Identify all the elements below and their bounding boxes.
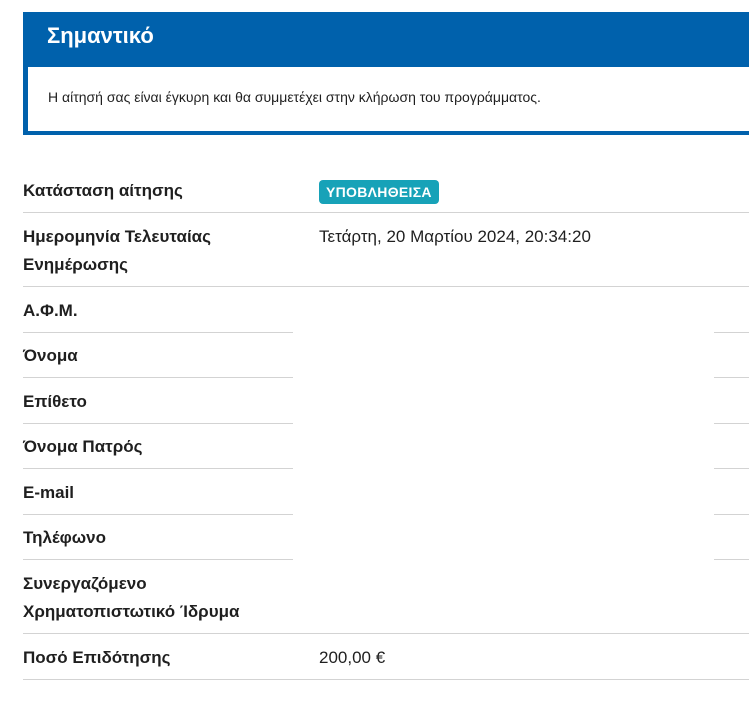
last-name-label: Επίθετο <box>23 392 87 411</box>
important-notice: Σημαντικό Η αίτησή σας είναι έγκυρη και … <box>23 12 749 135</box>
divider <box>714 377 749 378</box>
divider <box>23 514 293 515</box>
divider <box>23 212 749 213</box>
father-name-label: Όνομα Πατρός <box>23 437 143 456</box>
divider <box>23 468 293 469</box>
divider <box>23 377 293 378</box>
status-label: Κατάσταση αίτησης <box>23 181 183 200</box>
divider <box>714 423 749 424</box>
bank-label-line1: Συνεργαζόμενο <box>23 574 147 593</box>
divider <box>23 332 293 333</box>
last-update-label-line2: Ενημέρωσης <box>23 255 128 274</box>
notice-message: Η αίτησή σας είναι έγκυρη και θα συμμετέ… <box>48 89 541 105</box>
divider <box>23 286 749 287</box>
divider <box>23 633 749 634</box>
last-update-label: Ημερομηνία Τελευταίας Ενημέρωσης <box>23 223 211 279</box>
last-update-label-line1: Ημερομηνία Τελευταίας <box>23 227 211 246</box>
divider <box>23 679 749 680</box>
last-update-row: Ημερομηνία Τελευταίας Ενημέρωσης Τετάρτη… <box>23 223 749 283</box>
afm-label: Α.Φ.Μ. <box>23 301 78 320</box>
notice-title: Σημαντικό <box>47 23 154 48</box>
email-label: E-mail <box>23 483 75 502</box>
father-name-row: Όνομα Πατρός <box>23 433 293 463</box>
divider <box>714 559 749 560</box>
phone-label: Τηλέφωνο <box>23 528 106 547</box>
divider <box>714 332 749 333</box>
bank-label: Συνεργαζόμενο Χρηματοπιστωτικό Ίδρυμα <box>23 570 239 626</box>
bank-row: Συνεργαζόμενο Χρηματοπιστωτικό Ίδρυμα <box>23 570 749 630</box>
notice-header: Σημαντικό <box>23 12 749 67</box>
email-row: E-mail <box>23 479 293 509</box>
status-badge: ΥΠΟΒΛΗΘΕΙΣΑ <box>319 180 439 204</box>
first-name-label: Όνομα <box>23 346 78 365</box>
bank-label-line2: Χρηματοπιστωτικό Ίδρυμα <box>23 602 240 621</box>
phone-row: Τηλέφωνο <box>23 524 293 554</box>
amount-row: Ποσό Επιδότησης 200,00 € <box>23 644 749 674</box>
status-value: ΥΠΟΒΛΗΘΕΙΣΑ <box>319 178 439 206</box>
last-update-value: Τετάρτη, 20 Μαρτίου 2024, 20:34:20 <box>319 227 591 246</box>
first-name-row: Όνομα <box>23 342 293 372</box>
divider <box>23 559 293 560</box>
status-row: Κατάσταση αίτησης ΥΠΟΒΛΗΘΕΙΣΑ <box>23 176 749 210</box>
divider <box>23 423 293 424</box>
divider <box>714 468 749 469</box>
afm-row: Α.Φ.Μ. <box>23 297 293 327</box>
last-name-row: Επίθετο <box>23 388 293 418</box>
amount-label: Ποσό Επιδότησης <box>23 648 171 667</box>
divider <box>714 514 749 515</box>
amount-value: 200,00 € <box>319 648 386 667</box>
